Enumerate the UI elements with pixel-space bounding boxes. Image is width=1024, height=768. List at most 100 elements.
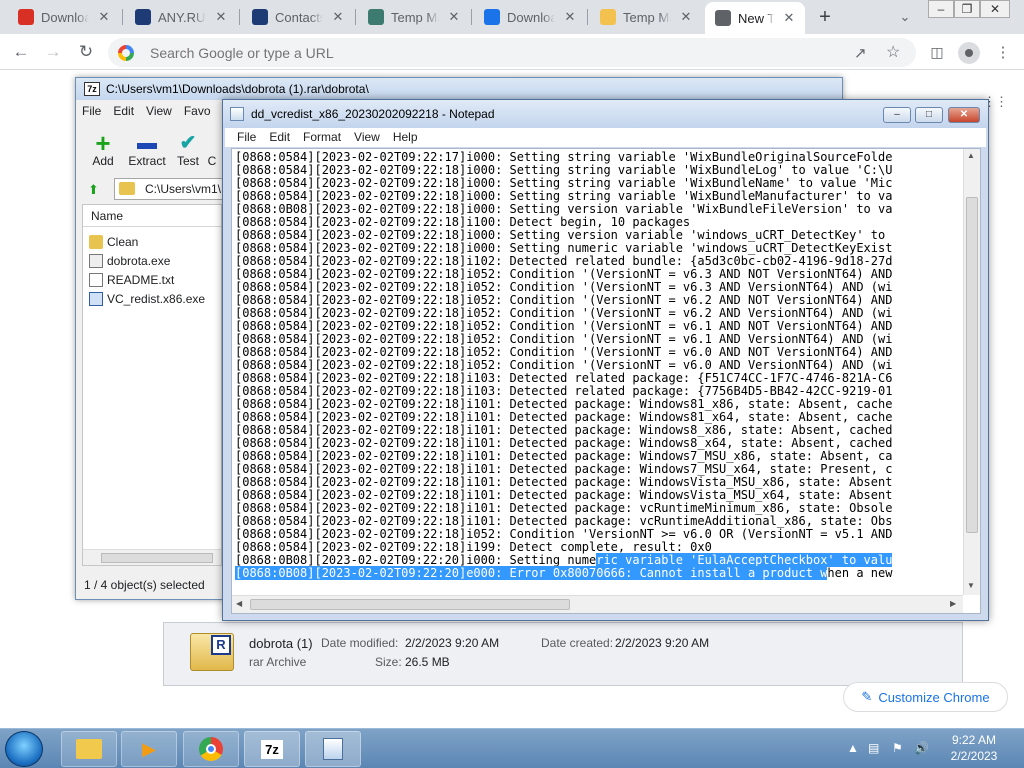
folder-icon — [89, 234, 103, 249]
tab-close-icon[interactable]: ✕ — [213, 9, 229, 25]
7zip-file-list: Name Clean dobrota.exe README.txt VC_red… — [82, 204, 222, 566]
date-created-value: 2/2/2023 9:20 AM — [615, 636, 710, 650]
tab-close-icon[interactable]: ✕ — [330, 9, 346, 25]
horizontal-scroll-thumb[interactable] — [250, 599, 570, 610]
copy-button[interactable]: C — [200, 132, 224, 168]
file-name: dobrota (1) — [249, 636, 313, 651]
taskbar-chrome-icon[interactable] — [183, 731, 239, 767]
clock-time: 9:22 AM — [951, 733, 997, 747]
notepad-text-area[interactable]: [0868:0584][2023-02-02T09:22:17]i000: Se… — [231, 148, 981, 614]
list-item[interactable]: README.txt — [89, 270, 174, 289]
close-window-button[interactable]: ✕ — [980, 0, 1010, 18]
rar-archive-icon: R — [190, 633, 234, 671]
exe-icon — [89, 253, 103, 268]
tab-close-icon[interactable]: ✕ — [446, 9, 462, 25]
tab-separator — [239, 9, 240, 25]
forward-arrow-icon[interactable]: → — [40, 39, 66, 65]
tab-search-chevron-icon[interactable]: ⌄ — [892, 4, 918, 30]
menu-favorites[interactable]: Favo — [184, 104, 211, 124]
taskbar-media-player-icon[interactable]: ▶ — [121, 731, 177, 767]
copy-icon — [200, 132, 224, 154]
menu-file[interactable]: File — [237, 128, 256, 147]
tab-close-icon[interactable]: ✕ — [781, 10, 797, 26]
minimize-button[interactable]: – — [928, 0, 954, 18]
notepad-minimize-button[interactable]: – — [883, 107, 911, 123]
log-text[interactable]: [0868:0584][2023-02-02T09:22:17]i000: Se… — [235, 151, 960, 580]
menu-help[interactable]: Help — [393, 128, 418, 147]
extract-button[interactable]: ▬ Extract — [126, 132, 168, 168]
tab-4[interactable]: Temp Ma ✕ — [358, 4, 470, 30]
tab-2[interactable]: ANY.RUN ✕ — [125, 4, 237, 30]
list-item[interactable]: VC_redist.x86.exe — [89, 289, 205, 308]
bookmark-star-icon[interactable]: ☆ — [886, 42, 900, 62]
flag-icon[interactable]: ⚑ — [892, 741, 903, 755]
tab-5[interactable]: Downloa ✕ — [474, 4, 586, 30]
back-arrow-icon[interactable]: ← — [8, 39, 34, 65]
taskbar-7zip-icon[interactable]: 7z — [244, 731, 300, 767]
scroll-right-arrow-icon[interactable]: ▶ — [950, 599, 956, 608]
side-panel-icon[interactable]: ◫ — [924, 39, 950, 65]
omnibox-input[interactable] — [150, 44, 790, 61]
taskbar-notepad-icon[interactable] — [305, 731, 361, 767]
list-item[interactable]: Clean — [89, 232, 138, 251]
notepad-vertical-scrollbar[interactable]: ▲ ▼ — [963, 149, 980, 595]
notepad-title-bar[interactable]: dd_vcredist_x86_20230202092218 - Notepad — [223, 100, 988, 128]
tab-close-icon[interactable]: ✕ — [678, 9, 694, 25]
list-item[interactable]: dobrota.exe — [89, 251, 170, 270]
tab-close-icon[interactable]: ✕ — [562, 9, 578, 25]
tab-6[interactable]: Temp Ma ✕ — [590, 4, 702, 30]
new-tab-button[interactable]: + — [812, 4, 838, 30]
tab-1[interactable]: Downloa ✕ — [8, 4, 120, 30]
column-header-name[interactable]: Name — [83, 205, 221, 227]
menu-file[interactable]: File — [82, 104, 101, 124]
notepad-app-icon — [230, 107, 244, 121]
customize-chrome-button[interactable]: ✎ Customize Chrome — [843, 682, 1008, 712]
menu-view[interactable]: View — [354, 128, 380, 147]
taskbar-clock[interactable]: 9:22 AM 2/2/2023 — [936, 732, 1012, 764]
tab-3[interactable]: Contacts ✕ — [242, 4, 354, 30]
7zip-title-bar[interactable]: 7z C:\Users\vm1\Downloads\dobrota (1).ra… — [76, 78, 842, 100]
folder-up-icon[interactable]: ⬆ — [88, 182, 104, 198]
network-icon[interactable]: ▤ — [868, 741, 879, 755]
tab-separator — [122, 9, 123, 25]
volume-icon[interactable]: 🔊 — [914, 741, 929, 755]
customize-chrome-label: Customize Chrome — [878, 689, 990, 705]
menu-format[interactable]: Format — [303, 128, 341, 147]
tab-7[interactable]: New Tab ✕ — [705, 2, 805, 34]
show-hidden-icons-icon[interactable]: ▲ — [847, 741, 859, 755]
taskbar-explorer-icon[interactable] — [61, 731, 117, 767]
start-button[interactable] — [5, 731, 43, 767]
date-created-label: Date created: — [541, 636, 614, 650]
tab-separator — [355, 9, 356, 25]
notepad-horizontal-scrollbar[interactable]: ◀ ▶ — [232, 595, 963, 613]
7zip-title: C:\Users\vm1\Downloads\dobrota (1).rar\d… — [106, 82, 369, 96]
chrome-menu-icon[interactable]: ⋮ — [990, 39, 1016, 65]
notepad-close-button[interactable]: ✕ — [948, 107, 980, 123]
scroll-down-arrow-icon[interactable]: ▼ — [967, 581, 975, 590]
share-icon[interactable]: ↗ — [854, 44, 867, 62]
reload-icon[interactable]: ↻ — [73, 39, 99, 65]
restore-button[interactable]: ❐ — [954, 0, 980, 18]
7zip-horizontal-scrollbar[interactable] — [83, 549, 221, 565]
profile-avatar-icon[interactable] — [958, 42, 980, 64]
tab-close-icon[interactable]: ✕ — [96, 9, 112, 25]
vertical-scroll-thumb[interactable] — [966, 197, 978, 533]
extract-icon: ▬ — [137, 132, 157, 154]
menu-edit[interactable]: Edit — [269, 128, 290, 147]
add-button[interactable]: + Add — [82, 130, 124, 168]
scroll-up-arrow-icon[interactable]: ▲ — [967, 151, 975, 160]
installer-icon — [89, 291, 103, 306]
folder-icon — [119, 182, 135, 195]
scroll-thumb[interactable] — [101, 553, 213, 563]
omnibox[interactable]: ↗ ☆ — [108, 38, 916, 67]
text-file-icon — [89, 272, 103, 287]
chrome-tab-strip: Downloa✕ANY.RUN✕Contacts✕Temp Ma✕Downloa… — [0, 0, 1024, 34]
7zip-menubar: File Edit View Favo — [82, 104, 211, 124]
file-type: rar Archive — [249, 655, 307, 669]
menu-view[interactable]: View — [146, 104, 172, 124]
menu-edit[interactable]: Edit — [113, 104, 134, 124]
address-path: C:\Users\vm1\D — [145, 182, 224, 196]
notepad-maximize-button[interactable]: □ — [915, 107, 943, 123]
7zip-address-bar[interactable]: C:\Users\vm1\D — [114, 178, 224, 200]
scroll-left-arrow-icon[interactable]: ◀ — [236, 599, 242, 608]
